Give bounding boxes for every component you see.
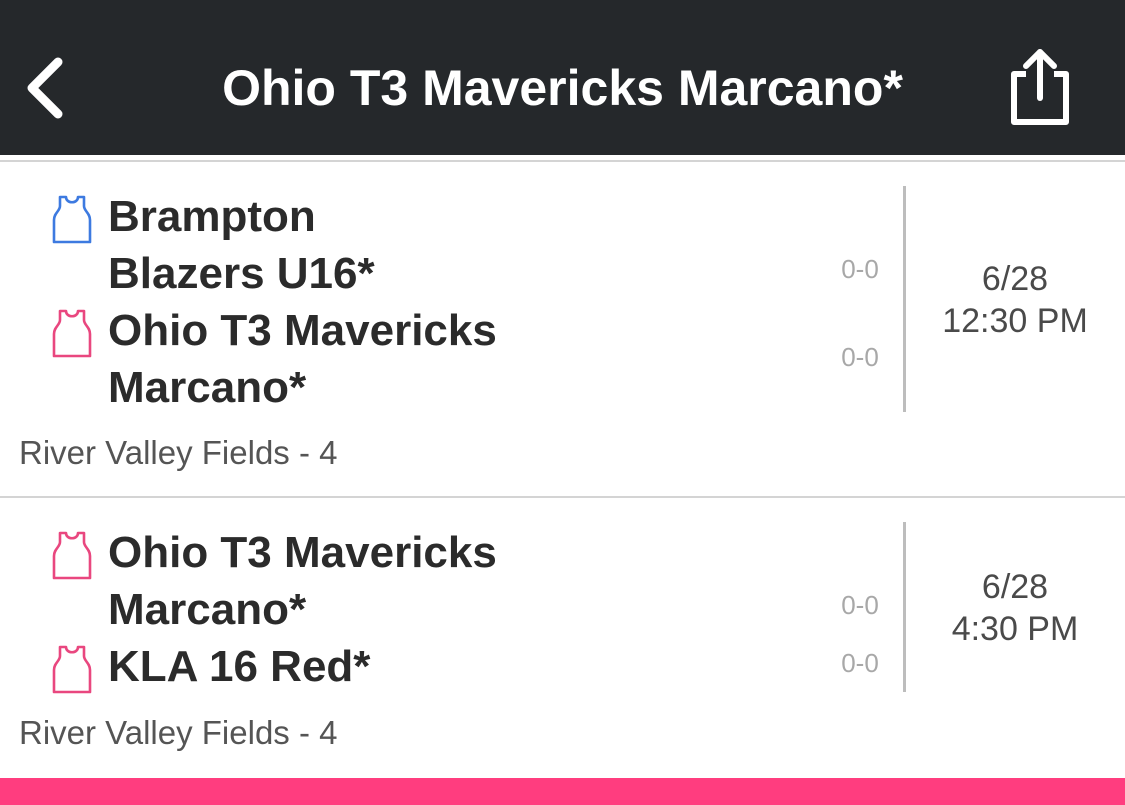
game-date: 6/28 bbox=[981, 568, 1049, 606]
team-name: Ohio T3 Mavericks Marcano* bbox=[108, 524, 628, 638]
team-score: 0-0 bbox=[841, 254, 879, 284]
pink-jersey-icon bbox=[52, 645, 92, 694]
game-location: River Valley Fields - 4 bbox=[19, 434, 338, 471]
team-name: Ohio T3 Mavericks Marcano* bbox=[108, 302, 628, 416]
team-row: Ohio T3 Mavericks Marcano* 0-0 bbox=[0, 302, 900, 416]
team-name-line: KLA 16 Red* bbox=[108, 642, 371, 691]
game-card[interactable]: Ohio T3 Mavericks Marcano* 0-0 KLA 16 Re… bbox=[0, 498, 1125, 778]
page-title: Ohio T3 Mavericks Marcano* bbox=[222, 60, 903, 116]
team-name-line: Blazers U16* bbox=[108, 249, 375, 298]
game-datetime: 6/28 4:30 PM bbox=[910, 566, 1120, 650]
game-time: 4:30 PM bbox=[951, 610, 1079, 648]
accent-bar bbox=[0, 778, 1125, 805]
column-divider bbox=[903, 186, 906, 412]
team-row: Ohio T3 Mavericks Marcano* 0-0 bbox=[0, 524, 900, 638]
game-time: 12:30 PM bbox=[942, 302, 1088, 340]
team-name-line: Ohio T3 Mavericks bbox=[108, 306, 497, 355]
share-button[interactable] bbox=[1000, 44, 1080, 130]
column-divider bbox=[903, 522, 906, 692]
game-date: 6/28 bbox=[981, 260, 1049, 298]
pink-jersey-icon bbox=[52, 531, 92, 580]
team-name: Brampton Blazers U16* bbox=[108, 188, 628, 302]
game-card[interactable]: Brampton Blazers U16* 0-0 Ohio T3 Maveri… bbox=[0, 162, 1125, 496]
team-name: KLA 16 Red* bbox=[108, 638, 628, 695]
share-icon bbox=[1011, 49, 1069, 125]
team-row: Brampton Blazers U16* 0-0 bbox=[0, 188, 900, 302]
navigation-bar: Ohio T3 Mavericks Marcano* bbox=[0, 0, 1125, 155]
team-score: 0-0 bbox=[841, 648, 879, 678]
team-score: 0-0 bbox=[841, 590, 879, 620]
team-row: KLA 16 Red* 0-0 bbox=[0, 638, 900, 695]
team-name-line: Brampton bbox=[108, 192, 316, 241]
game-location: River Valley Fields - 4 bbox=[19, 714, 338, 751]
pink-jersey-icon bbox=[52, 309, 92, 358]
team-name-line: Ohio T3 Mavericks bbox=[108, 528, 497, 577]
blue-jersey-icon bbox=[52, 195, 92, 244]
team-name-line: Marcano* bbox=[108, 363, 307, 412]
team-score: 0-0 bbox=[841, 342, 879, 372]
game-datetime: 6/28 12:30 PM bbox=[910, 258, 1120, 342]
team-name-line: Marcano* bbox=[108, 585, 307, 634]
